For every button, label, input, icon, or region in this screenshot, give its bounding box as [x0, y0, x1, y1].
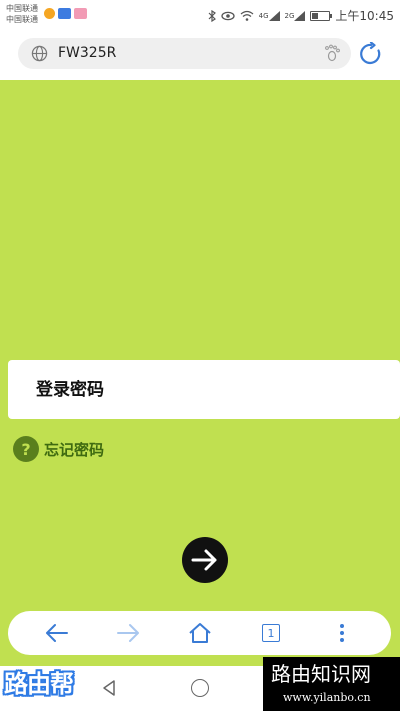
- more-vertical-icon: [340, 624, 344, 642]
- notification-icons: [44, 8, 87, 19]
- tabs-button[interactable]: 1: [258, 620, 284, 646]
- carrier-name-2: 中国联通: [6, 15, 38, 24]
- battery-icon: [310, 10, 333, 21]
- forgot-password-link[interactable]: ? 忘记密码: [13, 436, 104, 462]
- status-bar: 中国联通 中国联通 4G 2G 上午10:45: [0, 0, 400, 30]
- help-icon: ?: [13, 436, 39, 462]
- arrow-right-icon: [117, 624, 139, 642]
- network-type-2: 2G: [284, 11, 295, 20]
- url-text: FW325R: [58, 45, 117, 61]
- app-notification-icon: [58, 8, 71, 19]
- wifi-icon: [240, 10, 254, 21]
- carrier-name-1: 中国联通: [6, 4, 38, 13]
- back-button[interactable]: [44, 620, 70, 646]
- home-icon: [189, 623, 211, 643]
- login-button[interactable]: [182, 537, 228, 583]
- globe-icon: [31, 45, 48, 62]
- watermark-logo-left: 路由帮: [4, 670, 74, 698]
- signal-4g-icon: 4G: [258, 10, 280, 21]
- status-icons: 4G 2G 上午10:45: [208, 7, 394, 24]
- password-field[interactable]: 登录密码: [8, 360, 400, 419]
- system-home-icon[interactable]: [191, 679, 209, 697]
- eye-icon: [220, 11, 235, 21]
- footprint-icon[interactable]: [323, 44, 341, 62]
- reload-icon[interactable]: [359, 42, 383, 66]
- url-field[interactable]: FW325R: [18, 38, 351, 69]
- signal-2g-icon: 2G: [284, 10, 306, 21]
- arrow-right-icon: [191, 549, 217, 571]
- system-back-icon[interactable]: [100, 679, 118, 697]
- network-type-1: 4G: [258, 11, 269, 20]
- home-button[interactable]: [187, 620, 213, 646]
- weibo-notification-icon: [44, 8, 55, 19]
- browser-toolbar: 1: [8, 611, 391, 655]
- arrow-left-icon: [46, 624, 68, 642]
- menu-button[interactable]: [329, 620, 355, 646]
- tab-count: 1: [262, 624, 280, 642]
- address-bar: FW325R: [0, 30, 400, 80]
- watermark-url: www.yilanbo.cn: [283, 691, 371, 704]
- forward-button[interactable]: [115, 620, 141, 646]
- clock: 上午10:45: [335, 9, 394, 23]
- message-notification-icon: [74, 8, 87, 19]
- password-placeholder: 登录密码: [36, 380, 104, 400]
- watermark-logo-right: 路由知识网 www.yilanbo.cn: [263, 657, 400, 711]
- carrier-info: 中国联通 中国联通: [6, 3, 38, 25]
- watermark-title: 路由知识网: [271, 662, 371, 686]
- bluetooth-icon: [208, 9, 216, 22]
- battery-level: [312, 12, 319, 19]
- forgot-password-label: 忘记密码: [44, 440, 105, 459]
